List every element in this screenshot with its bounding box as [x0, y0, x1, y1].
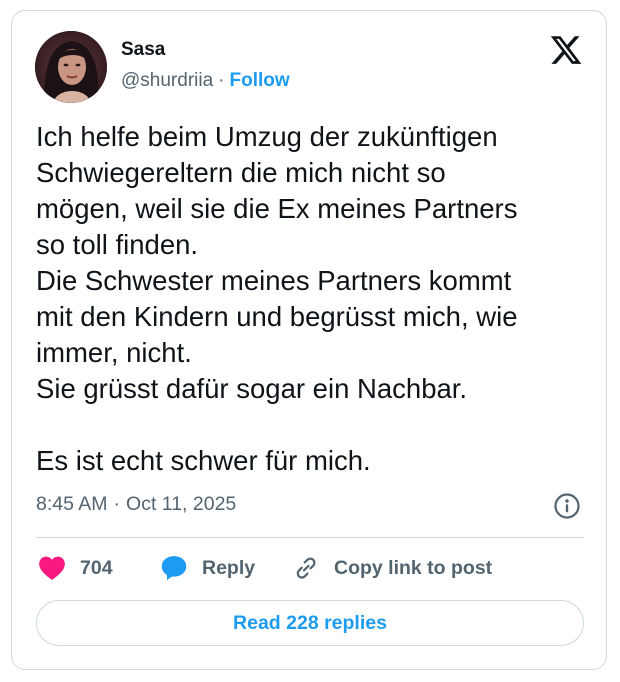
heart-icon [39, 556, 65, 580]
author-handle[interactable]: @shurdriia [121, 70, 213, 91]
read-replies-button[interactable]: Read 228 replies [36, 600, 584, 646]
author-handle-row: @shurdriia · Follow [121, 70, 290, 92]
tweet-line: mögen, weil sie die Ex meines Partners [36, 193, 518, 224]
link-icon [296, 557, 316, 579]
tweet-line: Ich helfe beim Umzug der zukünftigen [36, 121, 498, 152]
copy-link-label: Copy link to post [334, 556, 493, 579]
x-logo-icon[interactable] [549, 33, 583, 67]
tweet-text: Ich helfe beim Umzug der zukünftigen Sch… [36, 119, 586, 479]
timestamp-date: Oct 11, 2025 [126, 493, 237, 515]
like-count: 704 [80, 556, 113, 579]
handle-separator: · [218, 70, 225, 91]
reply-label: Reply [202, 556, 256, 579]
tweet-line: immer, nicht. [36, 337, 192, 368]
tweet-paragraph: Es ist echt schwer für mich. [36, 443, 586, 479]
tweet-line: Die Schwester meines Partners kommt [36, 265, 512, 296]
tweet-line: so toll finden. [36, 229, 199, 260]
avatar[interactable] [35, 31, 107, 103]
speech-bubble-icon [161, 556, 187, 581]
tweet-paragraph: Ich helfe beim Umzug der zukünftigen Sch… [36, 119, 586, 263]
tweet-line: Es ist echt schwer für mich. [36, 445, 371, 476]
reply-button[interactable]: Reply [160, 551, 255, 585]
tweet-paragraph: Die Schwester meines Partners kommt mit … [36, 263, 586, 371]
avatar-image [35, 31, 107, 103]
timestamp-separator: · [113, 493, 121, 515]
tweet-card: Sasa @shurdriia · Follow Ich helfe beim Um… [11, 10, 607, 670]
info-icon[interactable] [553, 492, 581, 520]
tweet-line: Sie grüsst dafür sogar ein Nachbar. [36, 373, 468, 404]
tweet-line: Schwiegereltern die mich nicht so [36, 157, 446, 188]
tweet-line: mit den Kindern und begrüsst mich, wie [36, 301, 518, 332]
follow-button[interactable]: Follow [229, 70, 289, 91]
tweet-paragraph: Sie grüsst dafür sogar ein Nachbar. [36, 371, 586, 407]
author-name[interactable]: Sasa [121, 39, 165, 61]
like-button[interactable]: 704 [38, 551, 113, 585]
copy-link-button[interactable]: Copy link to post [292, 551, 492, 585]
timestamp[interactable]: 8:45 AM · Oct 11, 2025 [36, 493, 236, 516]
timestamp-time: 8:45 AM [36, 493, 108, 515]
read-replies-label: Read 228 replies [233, 611, 387, 634]
divider [36, 537, 584, 538]
